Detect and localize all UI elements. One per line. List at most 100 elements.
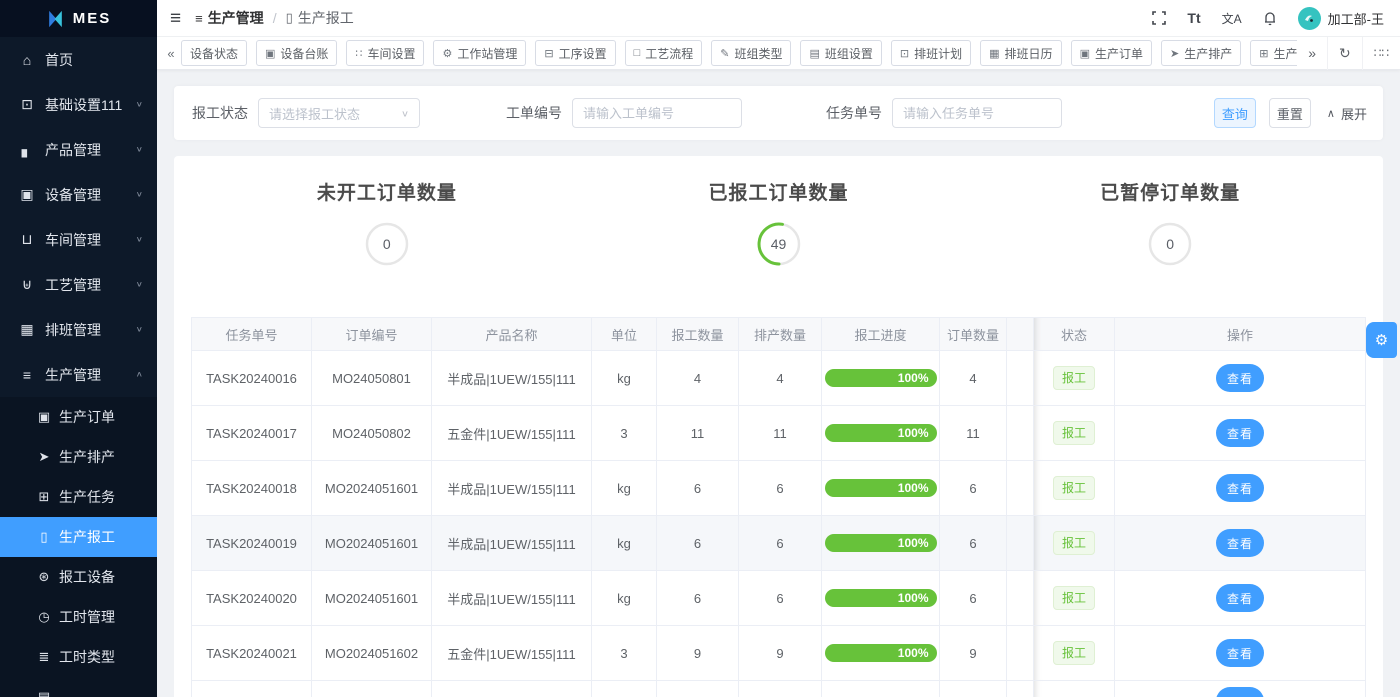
collapse-toggle[interactable]: ∧ 展开 — [1327, 104, 1367, 123]
tab-schedule-calendar[interactable]: ▦排班日历 — [980, 40, 1061, 66]
cell-unit: kg — [592, 571, 657, 626]
bell-icon[interactable] — [1263, 11, 1277, 26]
tab-options-grid-icon[interactable]: ∷∷ — [1362, 37, 1400, 70]
refresh-icon[interactable]: ↻ — [1327, 37, 1362, 70]
table-row: TASK20240019 MO2024051601 半成品|1UEW/155|1… — [192, 516, 1366, 571]
sidebar-item-process-mgmt[interactable]: ⊎ 工艺管理 ∨ — [0, 262, 157, 307]
cell-reported-qty: 6 — [657, 571, 739, 626]
production-submenu: ▣ 生产订单 ➤ 生产排产 ⊞ 生产任务 ▯ 生产报工 ⊛ 报工设备 — [0, 397, 157, 697]
cell-order-qty: 11 — [940, 406, 1007, 461]
logo-mark-icon — [46, 10, 65, 28]
view-button[interactable]: 查看 — [1216, 639, 1264, 667]
order-stats: 未开工订单数量 0 已报工订单数量 49 — [191, 178, 1366, 267]
cell-reported-qty: 6 — [657, 461, 739, 516]
fullscreen-icon[interactable] — [1152, 11, 1166, 25]
query-button[interactable]: 查询 — [1214, 98, 1256, 128]
task-order-input[interactable] — [892, 98, 1062, 128]
box-icon: □ — [634, 47, 641, 59]
book-icon: ▤ — [37, 689, 51, 697]
bar-chart-icon: ▖ — [19, 141, 35, 158]
tab-production-task[interactable]: ⊞生产任务 — [1250, 40, 1297, 66]
view-button[interactable]: 查看 — [1216, 419, 1264, 447]
grid-icon: ∷ — [355, 47, 362, 60]
view-button[interactable]: 查看 — [1216, 529, 1264, 557]
sidebar-item-workhour-mgmt[interactable]: ◷ 工时管理 — [0, 597, 157, 637]
sidebar-item-label: 报工设备 — [59, 567, 115, 587]
tab-production-order[interactable]: ▣生产订单 — [1071, 40, 1152, 66]
tab-process-settings[interactable]: ⊟工序设置 — [535, 40, 615, 66]
view-button-clipped[interactable] — [1216, 687, 1264, 697]
tab-team-settings[interactable]: ▤班组设置 — [800, 40, 881, 66]
tabs-scroll-right-icon[interactable]: » — [1297, 37, 1327, 70]
sidebar-item-workshop-mgmt[interactable]: ⊔ 车间管理 ∨ — [0, 217, 157, 262]
view-button[interactable]: 查看 — [1216, 474, 1264, 502]
table-row: TASK20240021 MO2024051602 五金件|1UEW/155|1… — [192, 626, 1366, 681]
cell-product: 半成品|1UEW/155|111 — [432, 351, 592, 406]
filter-work-order: 工单编号 — [504, 98, 742, 128]
col-status: 状态 — [1034, 318, 1115, 351]
column-settings-gear-button[interactable]: ⚙ — [1366, 322, 1397, 358]
chevron-up-icon: ∧ — [1327, 107, 1335, 120]
font-size-icon[interactable]: Tt — [1187, 10, 1200, 26]
app-root: MES ⌂ 首页 ⊡ 基础设置111 ∨ ▖ 产品管理 ∨ ▣ 设备管理 ∨ — [0, 0, 1400, 697]
stat-value: 0 — [364, 221, 410, 267]
progress-bar: 100% — [825, 424, 937, 442]
briefcase-icon: ⊞ — [37, 489, 51, 505]
tab-production-scheduling[interactable]: ➤生产排产 — [1161, 40, 1241, 66]
tab-team-type[interactable]: ✎班组类型 — [711, 40, 791, 66]
cell-task-no: TASK20240021 — [192, 626, 312, 681]
translate-icon[interactable]: 文A — [1222, 10, 1242, 27]
stat-title: 已报工订单数量 — [583, 178, 975, 205]
hamburger-menu-icon[interactable]: ≡ — [170, 9, 181, 28]
sidebar-item-basic-settings[interactable]: ⊡ 基础设置111 ∨ — [0, 82, 157, 127]
cell-unit: kg — [592, 461, 657, 516]
table-row: TASK20240020 MO2024051601 半成品|1UEW/155|1… — [192, 571, 1366, 626]
sidebar-item-workhour-type[interactable]: ≣ 工时类型 — [0, 637, 157, 677]
breadcrumb-item-production-mgmt[interactable]: ≡ 生产管理 — [195, 8, 264, 28]
status-badge: 报工 — [1053, 586, 1095, 610]
sidebar-item-production-mgmt[interactable]: ≡ 生产管理 ∧ — [0, 352, 157, 397]
view-button[interactable]: 查看 — [1216, 364, 1264, 392]
sidebar-item-production-report[interactable]: ▯ 生产报工 — [0, 517, 157, 557]
sidebar-item-scheduling-mgmt[interactable]: ▦ 排班管理 ∨ — [0, 307, 157, 352]
work-order-input[interactable] — [572, 98, 742, 128]
sidebar-item-home[interactable]: ⌂ 首页 — [0, 37, 157, 82]
breadcrumb-item-production-report[interactable]: ▯ 生产报工 — [286, 8, 354, 28]
database-icon: ≡ — [19, 367, 35, 383]
view-button[interactable]: 查看 — [1216, 584, 1264, 612]
table-row: TASK20240018 MO2024051601 半成品|1UEW/155|1… — [192, 461, 1366, 516]
pencil-icon: ✎ — [720, 47, 729, 60]
sidebar-item-product-mgmt[interactable]: ▖ 产品管理 ∨ — [0, 127, 157, 172]
cell-clipped — [1007, 571, 1034, 626]
sidebar-item-production-order[interactable]: ▣ 生产订单 — [0, 397, 157, 437]
tab-device-ledger[interactable]: ▣设备台账 — [256, 40, 337, 66]
sidebar-item-production-task[interactable]: ⊞ 生产任务 — [0, 477, 157, 517]
filter-report-status: 报工状态 请选择报工状态 ∨ — [190, 98, 420, 128]
sidebar-item-label: 生产排产 — [59, 447, 115, 467]
sidebar-item-equipment-mgmt[interactable]: ▣ 设备管理 ∨ — [0, 172, 157, 217]
reset-button[interactable]: 重置 — [1269, 98, 1311, 128]
sidebar-item-partial[interactable]: ▤ — [0, 677, 157, 697]
clock-icon: ◷ — [37, 609, 51, 625]
report-status-select[interactable]: 请选择报工状态 ∨ — [258, 98, 420, 128]
cell-task-no: TASK20240018 — [192, 461, 312, 516]
stat-value: 0 — [1147, 221, 1193, 267]
stat-value: 49 — [756, 221, 802, 267]
stat-circle: 0 — [1147, 221, 1193, 267]
sidebar-item-production-scheduling[interactable]: ➤ 生产排产 — [0, 437, 157, 477]
cell-scheduled-qty: 11 — [739, 406, 822, 461]
calendar-icon: ▦ — [19, 321, 35, 338]
logo-text: MES — [73, 10, 112, 27]
tabs-scroll-left-icon[interactable]: « — [161, 46, 181, 61]
cell-unit: kg — [592, 351, 657, 406]
tab-schedule-plan[interactable]: ⊡排班计划 — [891, 40, 971, 66]
filter-actions: 查询 重置 ∧ 展开 — [1214, 98, 1367, 128]
tab-process-flow[interactable]: □工艺流程 — [625, 40, 703, 66]
user-menu[interactable]: 加工部-王 — [1298, 7, 1384, 30]
cell-order-qty: 6 — [940, 516, 1007, 571]
workbench-icon: ⊔ — [19, 231, 35, 248]
tab-device-status[interactable]: 设备状态 — [181, 40, 247, 66]
tab-workstation-mgmt[interactable]: ⚙工作站管理 — [433, 40, 526, 66]
sidebar-item-report-equipment[interactable]: ⊛ 报工设备 — [0, 557, 157, 597]
tab-workshop-settings[interactable]: ∷车间设置 — [346, 40, 424, 66]
